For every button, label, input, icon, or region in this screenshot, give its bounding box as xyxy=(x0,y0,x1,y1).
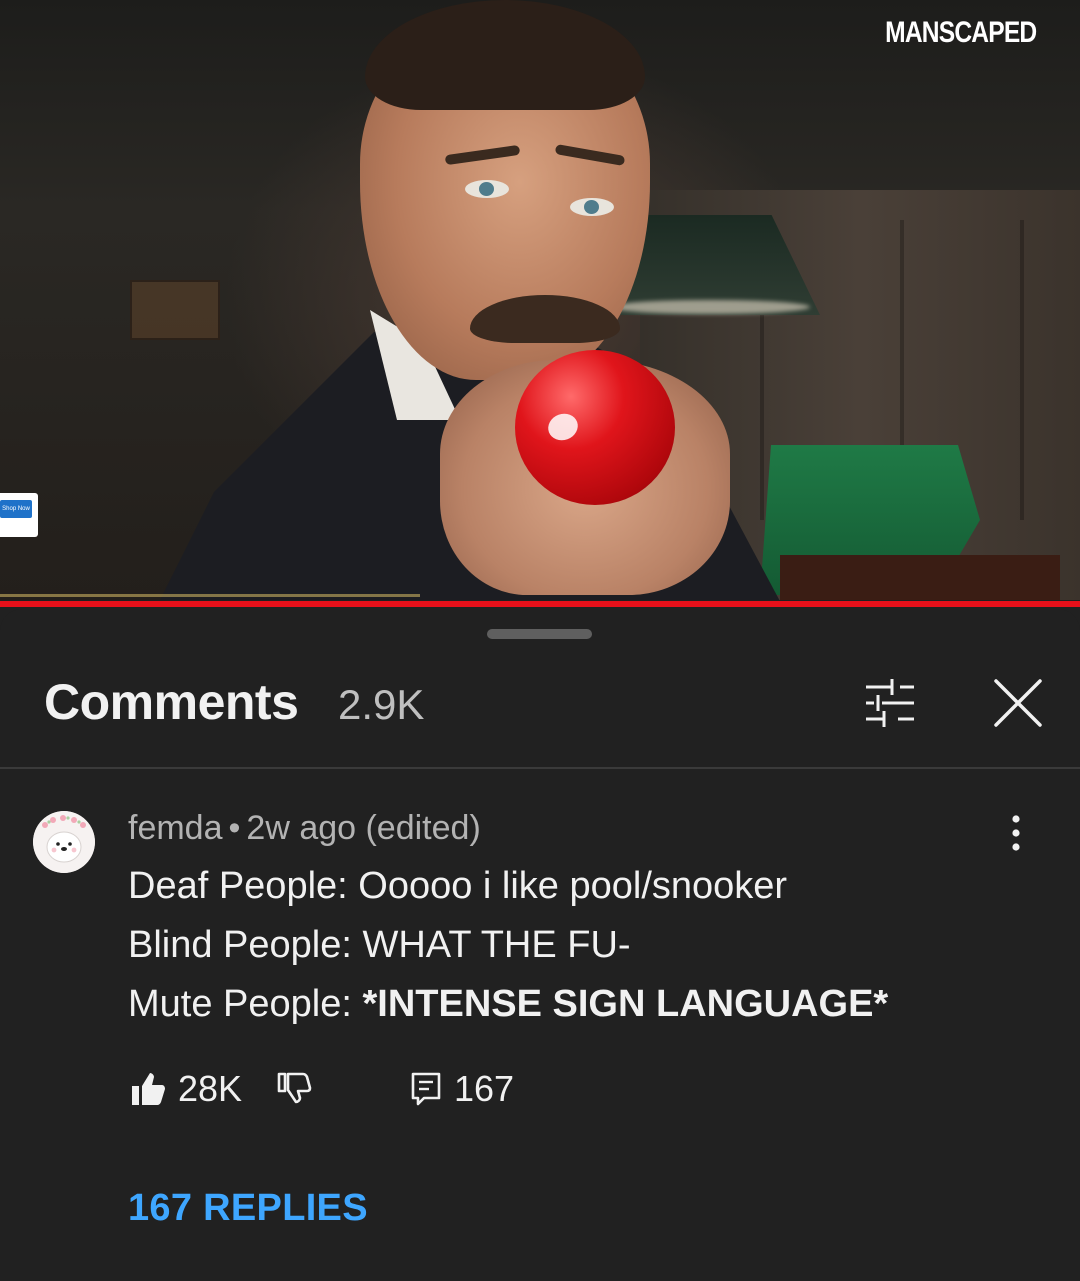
sort-filter-icon xyxy=(866,679,914,727)
meta-separator: • xyxy=(228,809,241,847)
eye-left xyxy=(465,180,509,198)
drag-handle[interactable] xyxy=(487,629,592,639)
person-hair xyxy=(365,0,645,110)
comments-count: 2.9K xyxy=(338,681,425,728)
comment-text: Deaf People: Ooooo i like pool/snooker xyxy=(128,865,788,907)
video-buffer-bar xyxy=(0,594,420,597)
comments-sheet: Comments 2.9K femda • 2w ago (edited) De… xyxy=(0,609,1080,1281)
wall-frame xyxy=(130,280,220,340)
more-vertical-icon xyxy=(1012,815,1020,851)
like-count: 28K xyxy=(178,1068,243,1109)
ad-shop-now-label[interactable]: Shop Now xyxy=(0,500,32,518)
comment-text-line: Mute People: *INTENSE SIGN LANGUAGE* xyxy=(128,983,888,1026)
header-divider xyxy=(0,767,1080,769)
comment-meta: femda • 2w ago (edited) xyxy=(128,809,481,848)
lamp-glow xyxy=(610,300,810,314)
thumbs-down-icon xyxy=(277,1072,312,1104)
reply-count: 167 xyxy=(454,1068,515,1109)
dislike-button[interactable] xyxy=(276,1064,312,1114)
comment-text: Mute People: xyxy=(128,983,363,1025)
video-player[interactable]: MANSCAPED Shop Now xyxy=(0,0,1080,600)
sort-filter-button[interactable] xyxy=(858,675,922,731)
comment-text: Blind People: WHAT THE FU- xyxy=(128,924,631,966)
brand-watermark: MANSCAPED xyxy=(884,16,1037,49)
like-button[interactable]: 28K xyxy=(130,1064,242,1114)
eye-right xyxy=(570,198,614,216)
close-icon xyxy=(994,679,1042,727)
pool-table-rail xyxy=(780,555,1060,600)
comment-text-bold: *INTENSE SIGN LANGUAGE* xyxy=(362,983,889,1025)
ad-shop-now-badge[interactable]: Shop Now xyxy=(0,493,38,537)
close-button[interactable] xyxy=(990,675,1046,731)
thumbs-up-icon xyxy=(132,1073,165,1105)
reply-button[interactable]: 167 xyxy=(410,1064,514,1114)
view-replies-link[interactable]: 167 REPLIES xyxy=(128,1187,368,1230)
polar-bear-avatar-icon xyxy=(33,811,95,873)
wall-panel xyxy=(1020,220,1024,520)
comment-time: 2w ago (edited) xyxy=(246,809,481,847)
comment-author[interactable]: femda xyxy=(128,809,223,847)
comment-more-button[interactable] xyxy=(1000,813,1032,853)
comments-title: Comments xyxy=(44,674,299,730)
comment-reply-icon xyxy=(411,1072,441,1106)
avatar[interactable] xyxy=(33,811,95,873)
comment-text-line: Deaf People: Ooooo i like pool/snooker xyxy=(128,865,787,908)
video-progress-fill[interactable] xyxy=(0,601,1080,607)
snooker-ball xyxy=(515,350,675,505)
comment-text-line: Blind People: WHAT THE FU- xyxy=(128,924,631,967)
